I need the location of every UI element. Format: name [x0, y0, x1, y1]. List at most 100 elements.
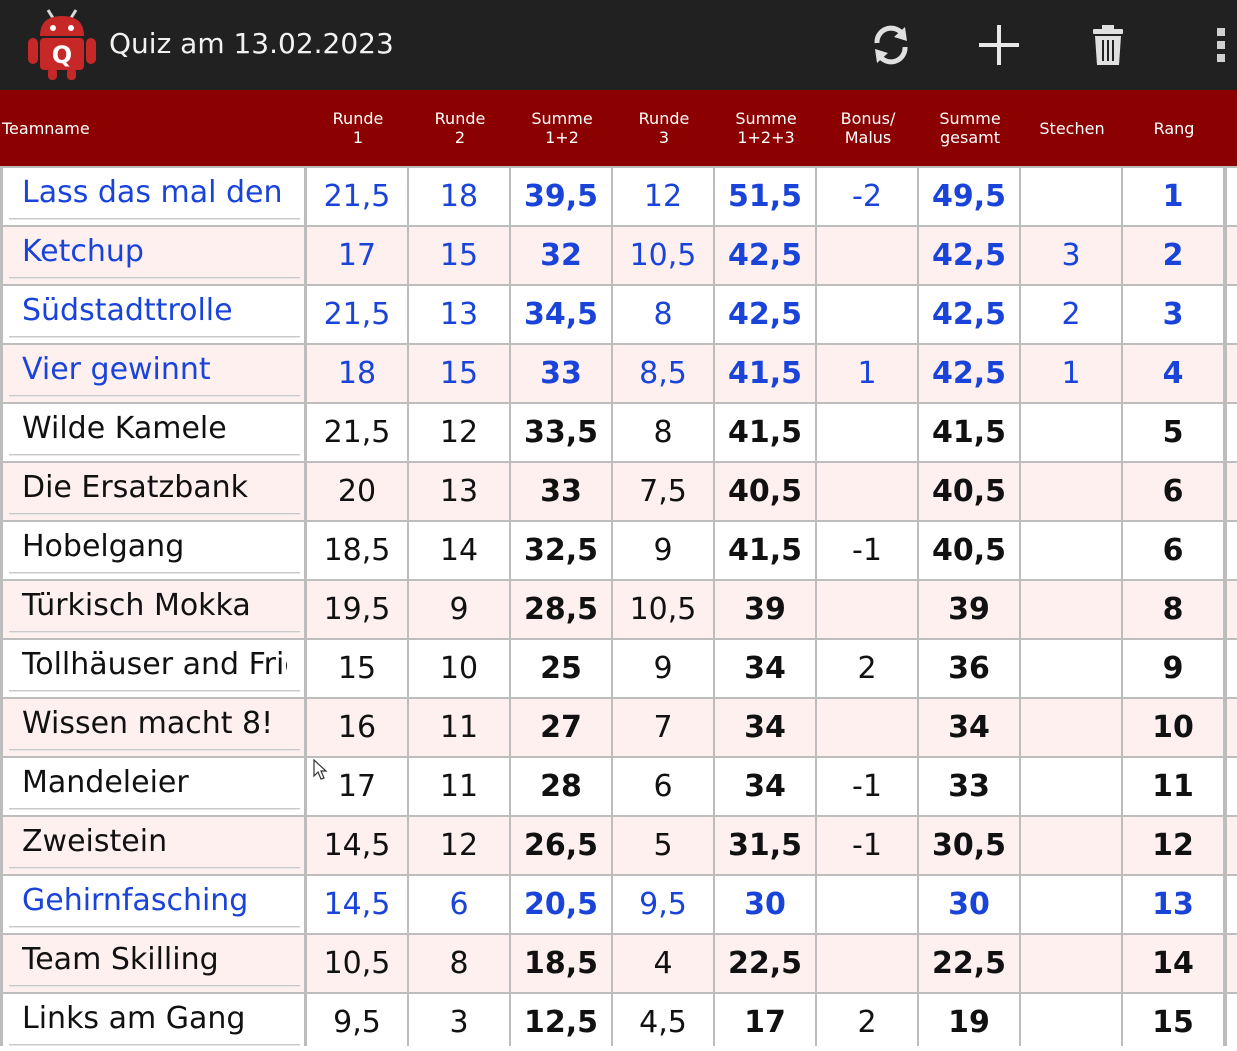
table-row[interactable]: Ketchup 17 15 32 10,5 42,5 42,5 3 2 [0, 227, 1237, 284]
cell-rang[interactable]: 12 [1123, 817, 1223, 874]
team-name-field[interactable]: Mandeleier [3, 758, 304, 815]
cell-rang[interactable]: 2 [1123, 227, 1223, 284]
cell-stechen[interactable]: 2 [1021, 286, 1121, 343]
cell-runde-3[interactable]: 8 [613, 404, 713, 461]
team-name-field[interactable]: Zweistein [3, 817, 304, 874]
cell-bonus-malus[interactable] [817, 935, 917, 992]
cell-runde-1[interactable]: 21,5 [307, 404, 407, 461]
cell-summe-1-2-3[interactable]: 34 [715, 758, 815, 815]
cell-summe-1-2-3[interactable]: 41,5 [715, 522, 815, 579]
cell-summe-1-2-3[interactable]: 34 [715, 640, 815, 697]
cell-rang[interactable]: 13 [1123, 876, 1223, 933]
refresh-button[interactable] [864, 18, 918, 72]
cell-summe-1-2[interactable]: 20,5 [511, 876, 611, 933]
cell-summe-1-2[interactable]: 34,5 [511, 286, 611, 343]
cell-stechen[interactable] [1021, 876, 1121, 933]
cell-bonus-malus[interactable]: -1 [817, 758, 917, 815]
cell-runde-1[interactable]: 16 [307, 699, 407, 756]
cell-stechen[interactable] [1021, 817, 1121, 874]
cell-rang[interactable]: 6 [1123, 463, 1223, 520]
table-row[interactable]: Vier gewinnt 18 15 33 8,5 41,5 1 42,5 1 4 [0, 345, 1237, 402]
cell-stechen[interactable] [1021, 640, 1121, 697]
cell-summe-gesamt[interactable]: 42,5 [919, 227, 1019, 284]
cell-runde-3[interactable]: 9 [613, 640, 713, 697]
cell-rang[interactable]: 9 [1123, 640, 1223, 697]
cell-runde-2[interactable]: 11 [409, 699, 509, 756]
cell-rang[interactable]: 10 [1123, 699, 1223, 756]
cell-bonus-malus[interactable]: -1 [817, 522, 917, 579]
cell-runde-3[interactable]: 10,5 [613, 581, 713, 638]
cell-runde-1[interactable]: 14,5 [307, 876, 407, 933]
cell-summe-1-2[interactable]: 12,5 [511, 994, 611, 1051]
cell-summe-1-2[interactable]: 26,5 [511, 817, 611, 874]
cell-stechen[interactable] [1021, 935, 1121, 992]
cell-summe-1-2-3[interactable]: 22,5 [715, 935, 815, 992]
cell-runde-1[interactable]: 20 [307, 463, 407, 520]
cell-runde-3[interactable]: 7 [613, 699, 713, 756]
cell-stechen[interactable] [1021, 168, 1121, 225]
cell-rang[interactable]: 5 [1123, 404, 1223, 461]
cell-summe-1-2[interactable]: 27 [511, 699, 611, 756]
cell-runde-2[interactable]: 9 [409, 581, 509, 638]
cell-bonus-malus[interactable]: 2 [817, 640, 917, 697]
cell-runde-1[interactable]: 10,5 [307, 935, 407, 992]
table-row[interactable]: Mandeleier 17 11 28 6 34 -1 33 11 [0, 758, 1237, 815]
cell-bonus-malus[interactable] [817, 286, 917, 343]
cell-runde-1[interactable]: 19,5 [307, 581, 407, 638]
cell-bonus-malus[interactable]: -2 [817, 168, 917, 225]
cell-stechen[interactable] [1021, 404, 1121, 461]
cell-stechen[interactable] [1021, 758, 1121, 815]
cell-stechen[interactable]: 1 [1021, 345, 1121, 402]
cell-summe-gesamt[interactable]: 39 [919, 581, 1019, 638]
cell-runde-1[interactable]: 21,5 [307, 286, 407, 343]
cell-runde-3[interactable]: 6 [613, 758, 713, 815]
cell-summe-1-2[interactable]: 28,5 [511, 581, 611, 638]
team-name-field[interactable]: Lass das mal den P [3, 168, 304, 225]
cell-stechen[interactable] [1021, 522, 1121, 579]
cell-stechen[interactable] [1021, 699, 1121, 756]
cell-runde-2[interactable]: 18 [409, 168, 509, 225]
cell-summe-gesamt[interactable]: 30,5 [919, 817, 1019, 874]
cell-runde-1[interactable]: 9,5 [307, 994, 407, 1051]
cell-rang[interactable]: 8 [1123, 581, 1223, 638]
cell-runde-1[interactable]: 15 [307, 640, 407, 697]
table-row[interactable]: Gehirnfasching 14,5 6 20,5 9,5 30 30 13 [0, 876, 1237, 933]
team-name-field[interactable]: Team Skilling [3, 935, 304, 992]
cell-rang[interactable]: 11 [1123, 758, 1223, 815]
cell-summe-1-2-3[interactable]: 39 [715, 581, 815, 638]
cell-stechen[interactable] [1021, 463, 1121, 520]
cell-summe-1-2-3[interactable]: 51,5 [715, 168, 815, 225]
table-row[interactable]: Wilde Kamele 21,5 12 33,5 8 41,5 41,5 5 [0, 404, 1237, 461]
cell-summe-1-2-3[interactable]: 30 [715, 876, 815, 933]
add-button[interactable] [972, 18, 1026, 72]
cell-runde-2[interactable]: 15 [409, 345, 509, 402]
table-row[interactable]: Team Skilling 10,5 8 18,5 4 22,5 22,5 14 [0, 935, 1237, 992]
team-name-field[interactable]: Wilde Kamele [3, 404, 304, 461]
cell-summe-1-2-3[interactable]: 41,5 [715, 345, 815, 402]
cell-summe-gesamt[interactable]: 49,5 [919, 168, 1019, 225]
cell-runde-2[interactable]: 3 [409, 994, 509, 1051]
cell-bonus-malus[interactable]: 1 [817, 345, 917, 402]
cell-bonus-malus[interactable] [817, 463, 917, 520]
cell-bonus-malus[interactable] [817, 876, 917, 933]
cell-runde-1[interactable]: 21,5 [307, 168, 407, 225]
table-row[interactable]: Links am Gang 9,5 3 12,5 4,5 17 2 19 15 [0, 994, 1237, 1051]
cell-summe-1-2-3[interactable]: 42,5 [715, 227, 815, 284]
cell-summe-1-2[interactable]: 39,5 [511, 168, 611, 225]
table-row[interactable]: Zweistein 14,5 12 26,5 5 31,5 -1 30,5 12 [0, 817, 1237, 874]
cell-summe-1-2[interactable]: 25 [511, 640, 611, 697]
cell-summe-1-2[interactable]: 32 [511, 227, 611, 284]
cell-stechen[interactable] [1021, 581, 1121, 638]
cell-runde-1[interactable]: 18 [307, 345, 407, 402]
team-name-field[interactable]: Gehirnfasching [3, 876, 304, 933]
cell-summe-1-2-3[interactable]: 17 [715, 994, 815, 1051]
cell-summe-gesamt[interactable]: 33 [919, 758, 1019, 815]
cell-summe-gesamt[interactable]: 30 [919, 876, 1019, 933]
cell-runde-3[interactable]: 4 [613, 935, 713, 992]
team-name-field[interactable]: Links am Gang [3, 994, 304, 1051]
table-row[interactable]: Die Ersatzbank 20 13 33 7,5 40,5 40,5 6 [0, 463, 1237, 520]
cell-rang[interactable]: 4 [1123, 345, 1223, 402]
cell-summe-gesamt[interactable]: 42,5 [919, 345, 1019, 402]
cell-runde-2[interactable]: 12 [409, 817, 509, 874]
delete-button[interactable] [1081, 18, 1135, 72]
